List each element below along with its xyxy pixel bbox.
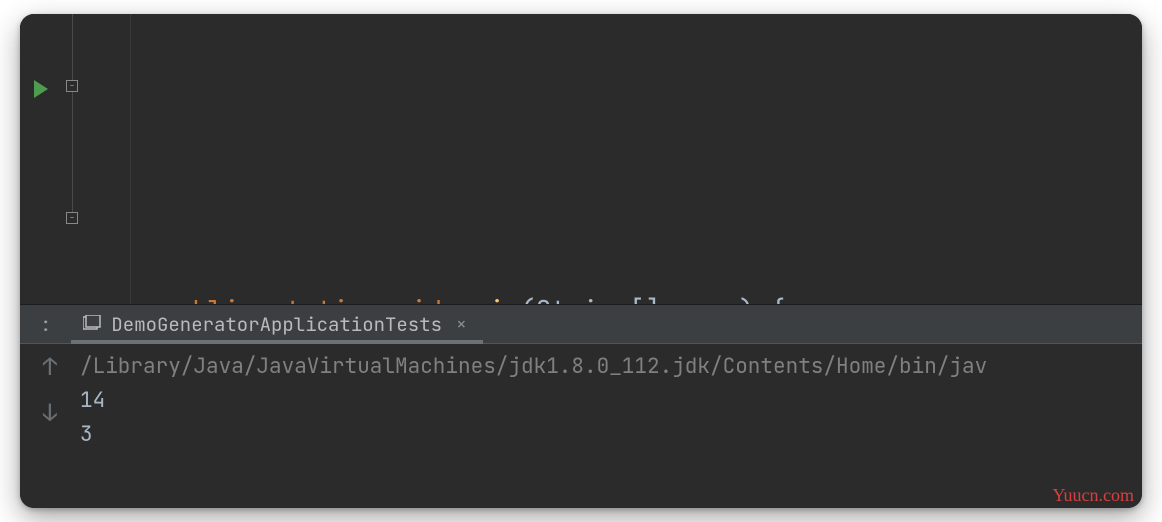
param-type: String	[536, 288, 630, 304]
editor-gutter	[20, 14, 80, 304]
code-editor[interactable]: public static void main ( String [] args…	[20, 14, 1142, 304]
param-name: args	[676, 288, 738, 304]
keyword-void: void	[380, 288, 442, 304]
arrow-up-icon[interactable]: ↑	[43, 356, 57, 380]
keyword-static: static	[270, 288, 364, 304]
toolstrip-prefix: :	[40, 312, 51, 337]
fold-marker-bottom[interactable]	[66, 212, 78, 224]
tab-window-icon	[83, 312, 101, 337]
console-gutter: ↑ ↓	[20, 344, 80, 508]
close-icon[interactable]: ×	[452, 313, 471, 336]
fold-guide-line	[72, 14, 73, 224]
console-panel: ↑ ↓ /Library/Java/JavaVirtualMachines/jd…	[20, 344, 1142, 508]
run-tab-label: DemoGeneratorApplicationTests	[111, 312, 442, 337]
paren-close: ) {	[739, 288, 786, 304]
tab-active-underline	[71, 340, 482, 344]
console-output[interactable]: /Library/Java/JavaVirtualMachines/jdk1.8…	[80, 344, 1142, 508]
run-toolstrip: : DemoGeneratorApplicationTests ×	[20, 304, 1142, 344]
ide-window: public static void main ( String [] args…	[20, 14, 1142, 508]
console-line: 3	[80, 418, 1142, 452]
arrow-down-icon[interactable]: ↓	[43, 402, 57, 426]
method-name: main	[458, 288, 520, 304]
run-tab[interactable]: DemoGeneratorApplicationTests ×	[79, 305, 474, 343]
console-line: 14	[80, 384, 1142, 418]
console-path: /Library/Java/JavaVirtualMachines/jdk1.8…	[80, 350, 1142, 384]
code-line[interactable]: public static void main ( String [] args…	[130, 288, 1142, 304]
keyword-public: public	[161, 288, 255, 304]
run-icon[interactable]	[34, 80, 48, 98]
code-area[interactable]: public static void main ( String [] args…	[80, 14, 1142, 304]
fold-marker-top[interactable]	[66, 80, 78, 92]
watermark: Yuucn.com	[1053, 485, 1134, 506]
paren-open: (	[520, 288, 536, 304]
brackets: []	[629, 288, 676, 304]
